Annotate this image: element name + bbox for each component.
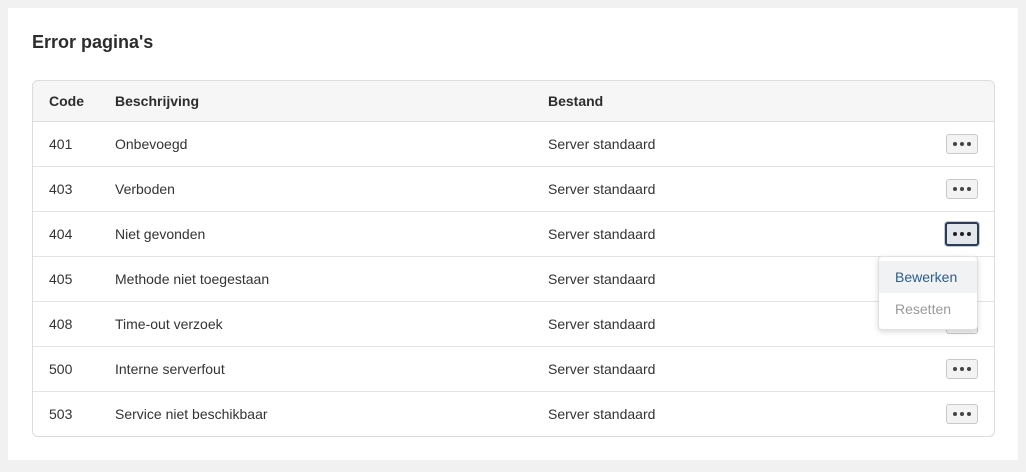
row-description: Verboden xyxy=(115,181,175,197)
table-row: 503 Service niet beschikbaar Server stan… xyxy=(33,392,994,436)
error-pages-panel: Error pagina's Code Beschrijving Bestand… xyxy=(8,8,1018,460)
header-description: Beschrijving xyxy=(115,93,200,109)
table-row: 403 Verboden Server standaard xyxy=(33,167,994,212)
more-dots-icon xyxy=(953,142,957,146)
header-code: Code xyxy=(49,93,84,109)
reset-menu-item[interactable]: Resetten xyxy=(879,293,977,325)
more-dots-icon xyxy=(953,187,957,191)
row-description: Interne serverfout xyxy=(115,361,225,377)
more-dots-icon xyxy=(953,232,957,236)
row-file: Server standaard xyxy=(548,226,656,242)
table-row: 408 Time-out verzoek Server standaard xyxy=(33,302,994,347)
more-dots-icon xyxy=(953,412,957,416)
row-actions-button[interactable] xyxy=(946,359,978,379)
row-file: Server standaard xyxy=(548,406,656,422)
row-file: Server standaard xyxy=(548,181,656,197)
row-code: 404 xyxy=(49,226,73,242)
page-title: Error pagina's xyxy=(32,32,154,52)
table-row: 405 Methode niet toegestaan Server stand… xyxy=(33,257,994,302)
row-code: 403 xyxy=(49,181,73,197)
row-actions-button[interactable] xyxy=(946,404,978,424)
row-file: Server standaard xyxy=(548,271,656,287)
more-dots-icon xyxy=(953,367,957,371)
row-file: Server standaard xyxy=(548,316,656,332)
row-actions-menu: Bewerken Resetten xyxy=(878,256,978,330)
row-description: Methode niet toegestaan xyxy=(115,271,270,287)
row-actions-button[interactable] xyxy=(946,134,978,154)
row-code: 405 xyxy=(49,271,73,287)
row-code: 408 xyxy=(49,316,73,332)
row-description: Niet gevonden xyxy=(115,226,206,242)
error-pages-table: Code Beschrijving Bestand 401 Onbevoegd … xyxy=(32,80,995,437)
row-actions-button[interactable] xyxy=(946,179,978,199)
row-description: Onbevoegd xyxy=(115,136,188,152)
header-file: Bestand xyxy=(548,93,604,109)
row-code: 401 xyxy=(49,136,73,152)
row-file: Server standaard xyxy=(548,361,656,377)
table-row: 500 Interne serverfout Server standaard xyxy=(33,347,994,392)
row-code: 500 xyxy=(49,361,73,377)
row-description: Time-out verzoek xyxy=(115,316,223,332)
table-header: Code Beschrijving Bestand xyxy=(33,81,994,122)
row-description: Service niet beschikbaar xyxy=(115,406,268,422)
row-file: Server standaard xyxy=(548,136,656,152)
row-code: 503 xyxy=(49,406,73,422)
table-row: 404 Niet gevonden Server standaard xyxy=(33,212,994,257)
table-row: 401 Onbevoegd Server standaard xyxy=(33,122,994,167)
edit-menu-item[interactable]: Bewerken xyxy=(879,261,977,293)
row-actions-button-active[interactable] xyxy=(945,222,979,246)
